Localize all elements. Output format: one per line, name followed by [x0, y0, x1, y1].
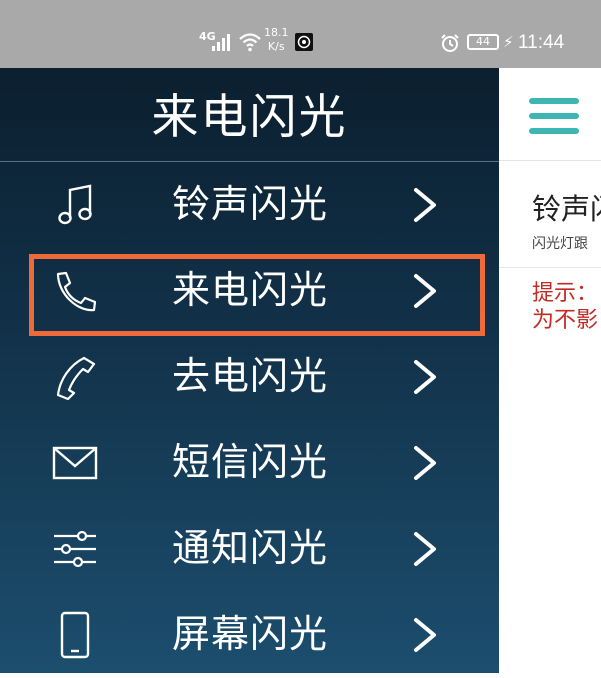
signal-icon	[212, 34, 230, 51]
chevron-right-icon	[414, 532, 436, 566]
speed-unit: K/s	[267, 40, 285, 53]
alarm-clock-icon	[441, 34, 459, 52]
music-note-icon	[58, 184, 92, 225]
menu-item-label: 来电闪光	[172, 268, 329, 312]
navigation-drawer: 来电闪光 铃声闪光 来电闪光 去电闪光 短信闪光 通知闪光 屏幕闪光	[0, 68, 499, 673]
main-content: 铃声闪 闪光灯跟 提示： 为不影	[499, 68, 601, 673]
battery-icon: 44	[467, 34, 499, 50]
chevron-right-icon	[414, 618, 436, 652]
menu-item-outgoing-call-flash[interactable]: 去电闪光	[0, 334, 499, 420]
chevron-right-icon	[414, 274, 436, 308]
speed-value: 18.1	[264, 26, 289, 39]
header-divider	[499, 160, 601, 161]
menu-item-label: 去电闪光	[172, 354, 329, 398]
charging-bolt-icon: ⚡	[503, 33, 514, 51]
network-speed: 18.1 K/s	[264, 26, 289, 54]
menu-item-label: 铃声闪光	[172, 182, 329, 226]
card-subtitle: 闪光灯跟	[532, 236, 588, 252]
card-divider	[499, 267, 601, 268]
clock-time: 11:44	[518, 32, 565, 53]
menu-item-label: 屏幕闪光	[172, 612, 329, 656]
envelope-icon	[52, 446, 98, 480]
menu-item-label: 短信闪光	[172, 440, 329, 484]
drawer-title: 来电闪光	[151, 90, 348, 145]
status-bar: 4G 18.1 K/s 44 ⚡ 11:44	[0, 0, 601, 68]
hamburger-menu-icon[interactable]	[529, 98, 579, 134]
app-notification-icon	[295, 33, 313, 51]
phone-incoming-icon	[56, 271, 97, 312]
smartphone-icon	[60, 611, 90, 659]
chevron-right-icon	[414, 188, 436, 222]
tip-line: 为不影	[532, 308, 599, 333]
tip-line: 提示：	[532, 281, 599, 306]
wifi-icon	[239, 33, 261, 52]
menu-item-ringtone-flash[interactable]: 铃声闪光	[0, 162, 499, 248]
sliders-icon	[54, 530, 96, 568]
card-title[interactable]: 铃声闪	[532, 186, 601, 228]
tip-text: 提示： 为不影	[532, 280, 598, 334]
chevron-right-icon	[414, 360, 436, 394]
menu-item-notification-flash[interactable]: 通知闪光	[0, 506, 499, 592]
menu-item-screen-flash[interactable]: 屏幕闪光	[0, 592, 499, 678]
menu-item-incoming-call-flash[interactable]: 来电闪光	[0, 248, 499, 334]
chevron-right-icon	[414, 446, 436, 480]
menu-item-label: 通知闪光	[172, 526, 329, 570]
phone-outgoing-icon	[56, 356, 96, 400]
menu-item-sms-flash[interactable]: 短信闪光	[0, 420, 499, 506]
